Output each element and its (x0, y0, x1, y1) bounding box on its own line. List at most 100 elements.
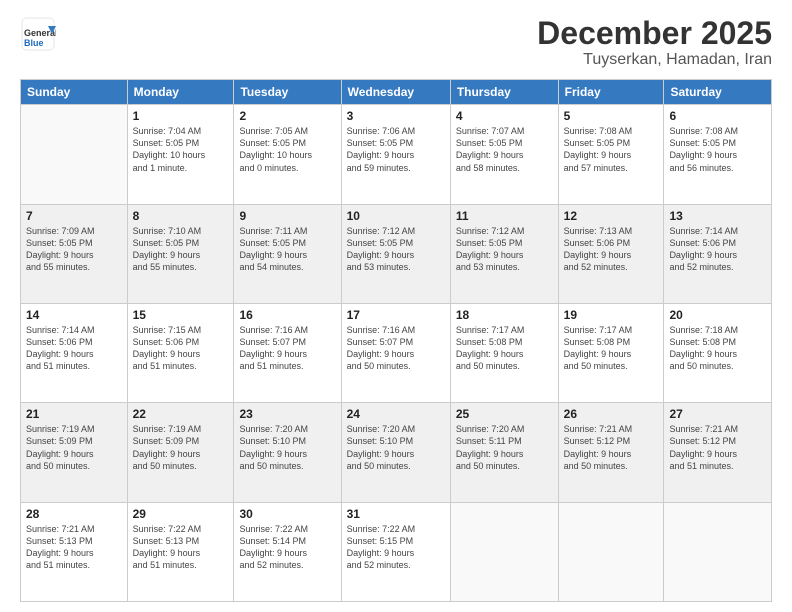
month-title: December 2025 (537, 16, 772, 51)
calendar-header-row: Sunday Monday Tuesday Wednesday Thursday… (21, 80, 772, 105)
day-info: Sunrise: 7:17 AM Sunset: 5:08 PM Dayligh… (456, 324, 553, 373)
table-row: 15Sunrise: 7:15 AM Sunset: 5:06 PM Dayli… (127, 303, 234, 402)
day-number: 19 (564, 308, 659, 322)
table-row: 12Sunrise: 7:13 AM Sunset: 5:06 PM Dayli… (558, 204, 664, 303)
table-row: 22Sunrise: 7:19 AM Sunset: 5:09 PM Dayli… (127, 403, 234, 502)
day-number: 31 (347, 507, 445, 521)
day-number: 12 (564, 209, 659, 223)
day-info: Sunrise: 7:20 AM Sunset: 5:11 PM Dayligh… (456, 423, 553, 472)
day-number: 8 (133, 209, 229, 223)
day-number: 14 (26, 308, 122, 322)
day-number: 2 (239, 109, 335, 123)
day-info: Sunrise: 7:21 AM Sunset: 5:13 PM Dayligh… (26, 523, 122, 572)
calendar-table: Sunday Monday Tuesday Wednesday Thursday… (20, 79, 772, 602)
table-row: 21 Sunrise: 7:19 AM Sunset: 5:09 PM Dayli… (21, 403, 128, 502)
title-block: December 2025 Tuyserkan, Hamadan, Iran (537, 16, 772, 69)
day-info: Sunrise: 7:14 AM Sunset: 5:06 PM Dayligh… (26, 324, 122, 373)
day-info: Sunrise: 7:21 AM Sunset: 5:12 PM Dayligh… (564, 423, 659, 472)
table-row: 31 Sunrise: 7:22 AM Sunset: 5:15 PM Dayli… (341, 502, 450, 601)
table-row: 16Sunrise: 7:16 AM Sunset: 5:07 PM Dayli… (234, 303, 341, 402)
day-info: Sunrise: 7:08 AM Sunset: 5:05 PM Dayligh… (669, 125, 766, 174)
day-info: Sunrise: 7:16 AM Sunset: 5:07 PM Dayligh… (239, 324, 335, 373)
day-info: Sunrise: 7:20 AM Sunset: 5:10 PM Dayligh… (239, 423, 335, 472)
day-info: Sunrise: 7:22 AM Sunset: 5:14 PM Dayligh… (239, 523, 335, 572)
day-number: 23 (239, 407, 335, 421)
logo: General Blue (20, 16, 56, 52)
table-row: 17 Sunrise: 7:16 AM Sunset: 5:07 PM Dayli… (341, 303, 450, 402)
day-info: Sunrise: 7:16 AM Sunset: 5:07 PM Dayligh… (347, 324, 445, 373)
logo-icon: General Blue (20, 16, 56, 52)
day-info: Sunrise: 7:21 AM Sunset: 5:12 PM Dayligh… (669, 423, 766, 472)
day-number: 26 (564, 407, 659, 421)
table-row: 6 Sunrise: 7:08 AM Sunset: 5:05 PM Daylig… (664, 105, 772, 204)
day-number: 18 (456, 308, 553, 322)
day-info: Sunrise: 7:12 AM Sunset: 5:05 PM Dayligh… (456, 225, 553, 274)
location-subtitle: Tuyserkan, Hamadan, Iran (537, 51, 772, 69)
day-number: 17 (347, 308, 445, 322)
table-row: 28 Sunrise: 7:21 AM Sunset: 5:13 PM Dayli… (21, 502, 128, 601)
day-info: Sunrise: 7:05 AM Sunset: 5:05 PM Dayligh… (239, 125, 335, 174)
calendar-week-row: 14 Sunrise: 7:14 AM Sunset: 5:06 PM Dayli… (21, 303, 772, 402)
table-row: 13Sunrise: 7:14 AM Sunset: 5:06 PM Dayli… (664, 204, 772, 303)
table-row: 2 Sunrise: 7:05 AM Sunset: 5:05 PM Daylig… (234, 105, 341, 204)
table-row (21, 105, 128, 204)
table-row: 30 Sunrise: 7:22 AM Sunset: 5:14 PM Dayli… (234, 502, 341, 601)
day-info: Sunrise: 7:09 AM Sunset: 5:05 PM Dayligh… (26, 225, 122, 274)
table-row: 26 Sunrise: 7:21 AM Sunset: 5:12 PM Dayli… (558, 403, 664, 502)
calendar-week-row: 1Sunrise: 7:04 AM Sunset: 5:05 PM Daylig… (21, 105, 772, 204)
day-info: Sunrise: 7:22 AM Sunset: 5:15 PM Dayligh… (347, 523, 445, 572)
table-row: 3 Sunrise: 7:06 AM Sunset: 5:05 PM Daylig… (341, 105, 450, 204)
day-info: Sunrise: 7:07 AM Sunset: 5:05 PM Dayligh… (456, 125, 553, 174)
table-row: 5 Sunrise: 7:08 AM Sunset: 5:05 PM Daylig… (558, 105, 664, 204)
table-row: 27Sunrise: 7:21 AM Sunset: 5:12 PM Dayli… (664, 403, 772, 502)
svg-text:Blue: Blue (24, 38, 44, 48)
day-number: 4 (456, 109, 553, 123)
col-monday: Monday (127, 80, 234, 105)
table-row: 25 Sunrise: 7:20 AM Sunset: 5:11 PM Dayli… (450, 403, 558, 502)
col-sunday: Sunday (21, 80, 128, 105)
day-number: 9 (239, 209, 335, 223)
table-row: 14 Sunrise: 7:14 AM Sunset: 5:06 PM Dayli… (21, 303, 128, 402)
table-row: 18 Sunrise: 7:17 AM Sunset: 5:08 PM Dayli… (450, 303, 558, 402)
table-row: 7 Sunrise: 7:09 AM Sunset: 5:05 PM Daylig… (21, 204, 128, 303)
day-info: Sunrise: 7:12 AM Sunset: 5:05 PM Dayligh… (347, 225, 445, 274)
day-info: Sunrise: 7:19 AM Sunset: 5:09 PM Dayligh… (26, 423, 122, 472)
table-row: 29Sunrise: 7:22 AM Sunset: 5:13 PM Dayli… (127, 502, 234, 601)
table-row: 11Sunrise: 7:12 AM Sunset: 5:05 PM Dayli… (450, 204, 558, 303)
col-wednesday: Wednesday (341, 80, 450, 105)
day-info: Sunrise: 7:20 AM Sunset: 5:10 PM Dayligh… (347, 423, 445, 472)
day-info: Sunrise: 7:19 AM Sunset: 5:09 PM Dayligh… (133, 423, 229, 472)
day-number: 30 (239, 507, 335, 521)
day-number: 10 (347, 209, 445, 223)
calendar-week-row: 28 Sunrise: 7:21 AM Sunset: 5:13 PM Dayli… (21, 502, 772, 601)
table-row: 8Sunrise: 7:10 AM Sunset: 5:05 PM Daylig… (127, 204, 234, 303)
col-saturday: Saturday (664, 80, 772, 105)
header: General Blue December 2025 Tuyserkan, Ha… (20, 16, 772, 69)
day-number: 24 (347, 407, 445, 421)
day-number: 15 (133, 308, 229, 322)
col-friday: Friday (558, 80, 664, 105)
day-number: 13 (669, 209, 766, 223)
day-number: 25 (456, 407, 553, 421)
day-info: Sunrise: 7:22 AM Sunset: 5:13 PM Dayligh… (133, 523, 229, 572)
col-tuesday: Tuesday (234, 80, 341, 105)
day-info: Sunrise: 7:06 AM Sunset: 5:05 PM Dayligh… (347, 125, 445, 174)
day-number: 3 (347, 109, 445, 123)
day-number: 6 (669, 109, 766, 123)
day-info: Sunrise: 7:11 AM Sunset: 5:05 PM Dayligh… (239, 225, 335, 274)
table-row: 1Sunrise: 7:04 AM Sunset: 5:05 PM Daylig… (127, 105, 234, 204)
table-row: 23 Sunrise: 7:20 AM Sunset: 5:10 PM Dayli… (234, 403, 341, 502)
col-thursday: Thursday (450, 80, 558, 105)
day-number: 5 (564, 109, 659, 123)
day-number: 21 (26, 407, 122, 421)
day-number: 1 (133, 109, 229, 123)
calendar-week-row: 21 Sunrise: 7:19 AM Sunset: 5:09 PM Dayli… (21, 403, 772, 502)
table-row (450, 502, 558, 601)
day-number: 28 (26, 507, 122, 521)
table-row: 4 Sunrise: 7:07 AM Sunset: 5:05 PM Daylig… (450, 105, 558, 204)
day-number: 7 (26, 209, 122, 223)
table-row: 9 Sunrise: 7:11 AM Sunset: 5:05 PM Daylig… (234, 204, 341, 303)
day-info: Sunrise: 7:08 AM Sunset: 5:05 PM Dayligh… (564, 125, 659, 174)
table-row: 10 Sunrise: 7:12 AM Sunset: 5:05 PM Dayli… (341, 204, 450, 303)
table-row: 19Sunrise: 7:17 AM Sunset: 5:08 PM Dayli… (558, 303, 664, 402)
